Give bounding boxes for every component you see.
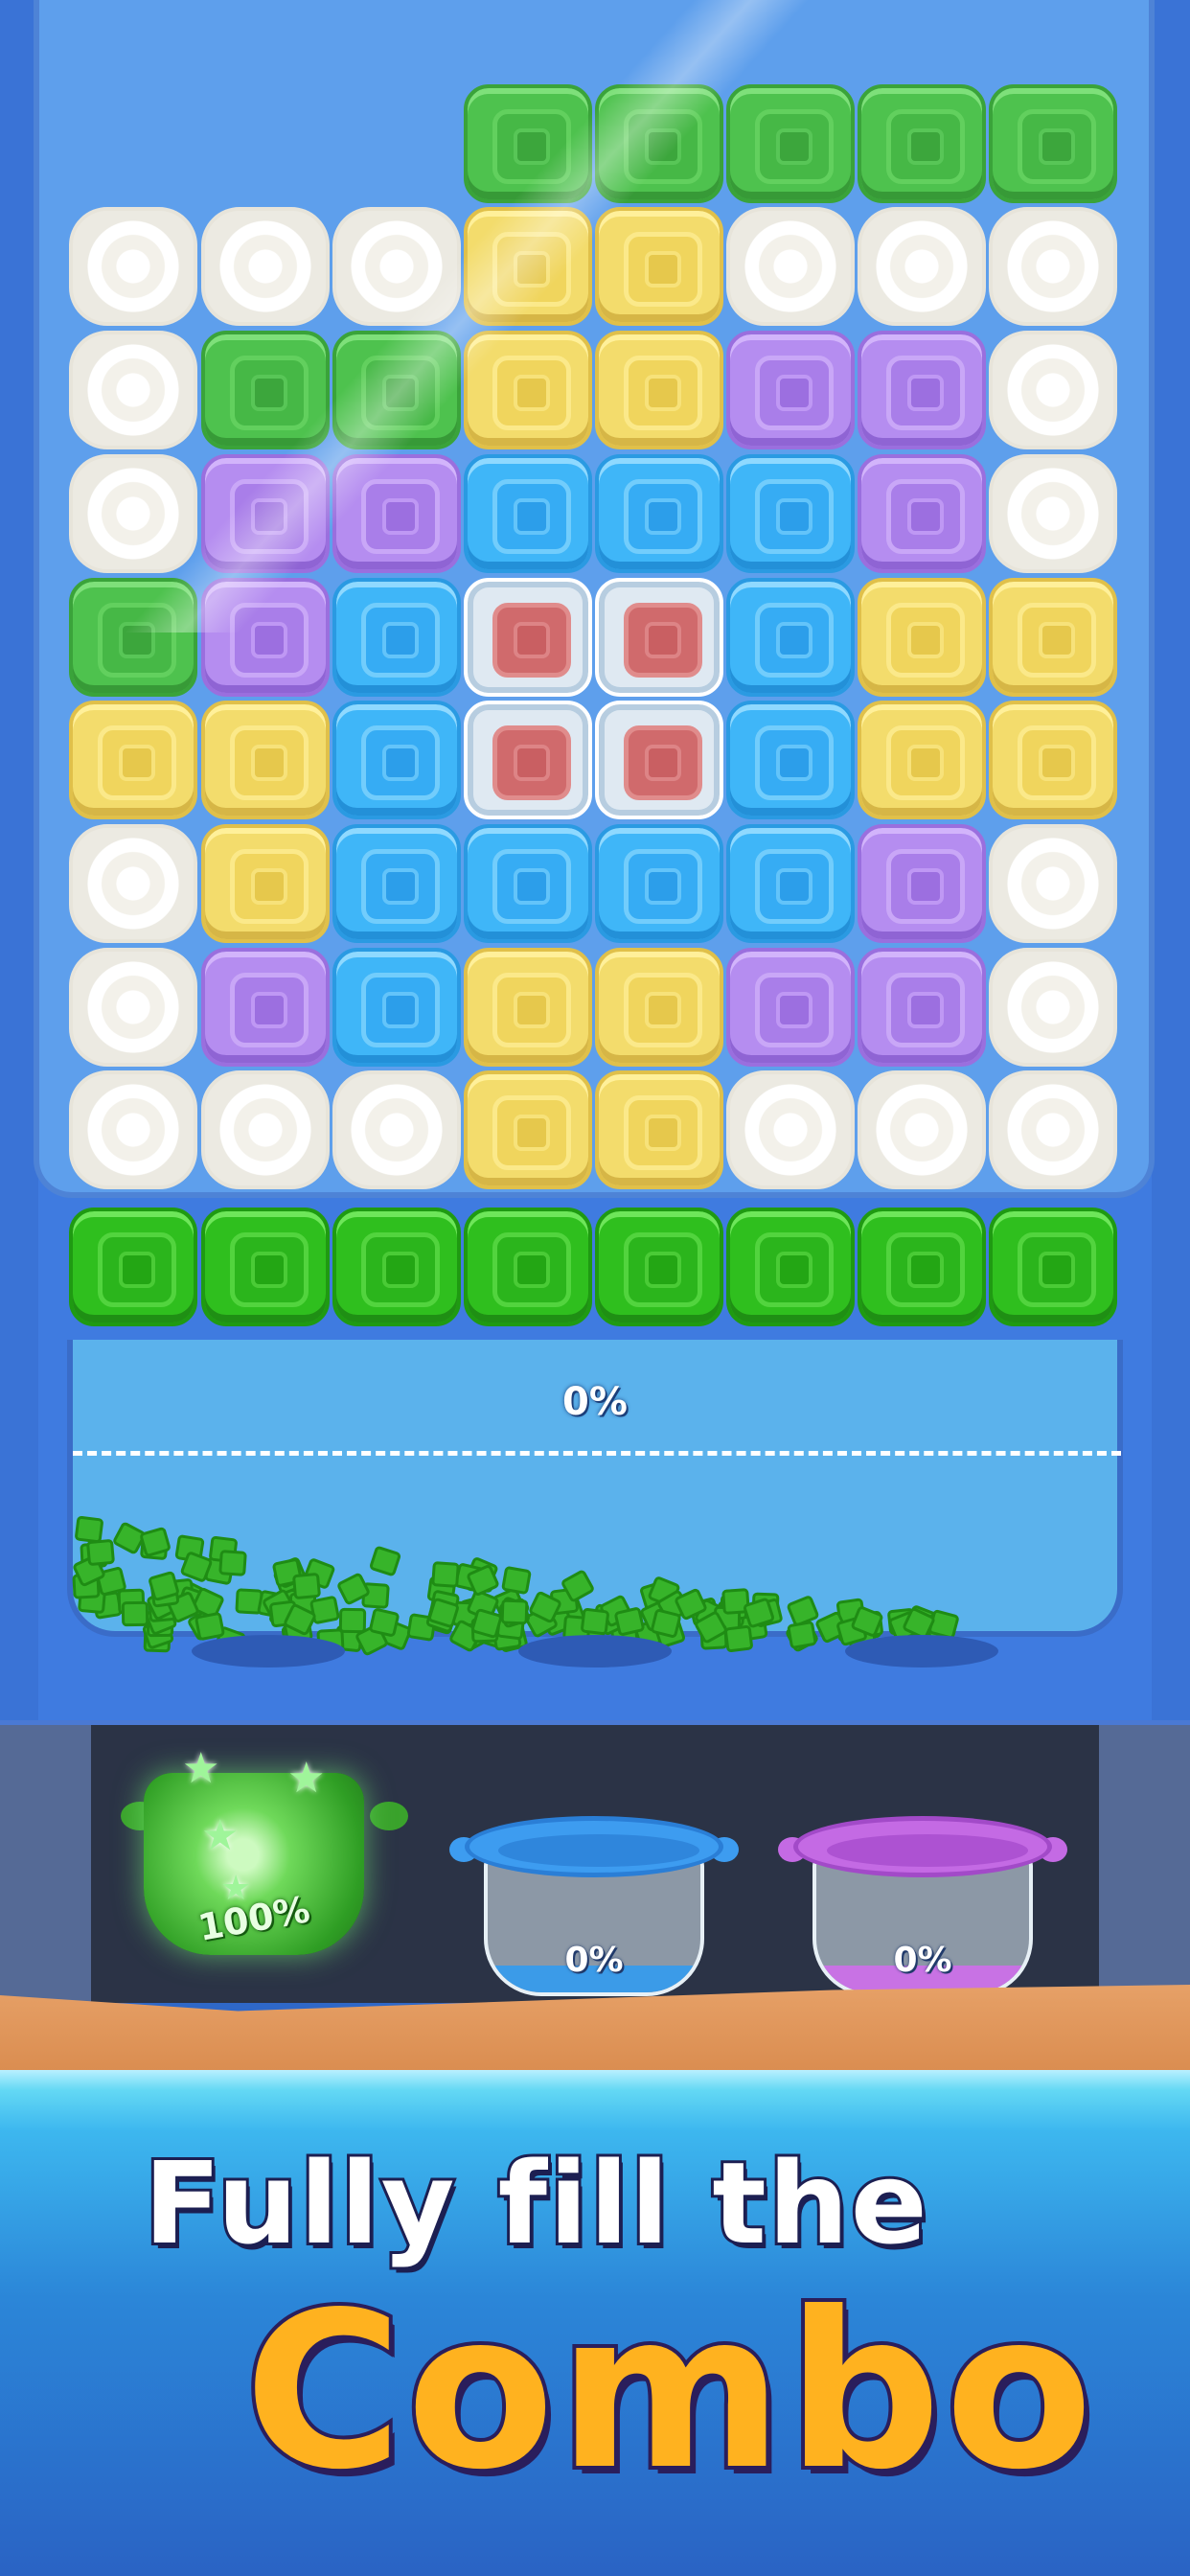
- pot-shelf-left-panel: [0, 1725, 91, 2003]
- green-cube-piece: [121, 1600, 149, 1626]
- promo-line-1: Fully fill the: [141, 2134, 930, 2272]
- conveyor-block-green[interactable]: [201, 1208, 330, 1326]
- pot-blue-rim: [465, 1816, 723, 1877]
- pot-purple-percent: 0%: [893, 1941, 952, 1980]
- tray-fill-percent: 0%: [562, 1380, 628, 1424]
- green-cube-piece: [291, 1572, 322, 1599]
- conveyor-block-green[interactable]: [595, 1208, 723, 1326]
- green-cube-piece: [723, 1624, 754, 1653]
- drop-hole-1: [192, 1635, 345, 1668]
- promo-line-2: Combo: [240, 2263, 1097, 2521]
- pot-purple[interactable]: 0%: [778, 1816, 1067, 2008]
- green-cube-piece: [338, 1608, 367, 1634]
- green-cube-piece: [787, 1621, 818, 1650]
- green-cube-piece: [500, 1565, 532, 1596]
- conveyor-block-green[interactable]: [858, 1208, 986, 1326]
- star-icon: ★: [287, 1754, 326, 1803]
- pot-blue-percent: 0%: [564, 1941, 624, 1980]
- green-cube-piece: [580, 1607, 610, 1636]
- star-icon: ★: [182, 1744, 220, 1793]
- conveyor-block-green[interactable]: [726, 1208, 855, 1326]
- pot-purple-rim: [793, 1816, 1052, 1877]
- conveyor-block-green[interactable]: [464, 1208, 592, 1326]
- conveyor-block-green[interactable]: [332, 1208, 461, 1326]
- drop-hole-2: [518, 1635, 672, 1668]
- drop-hole-3: [845, 1635, 998, 1668]
- game-screen: 0% ★ ★ ★ ★ 100% 0% 0% Fully fill the Com…: [0, 0, 1190, 2576]
- conveyor-block-green[interactable]: [69, 1208, 197, 1326]
- star-icon: ★: [201, 1811, 240, 1860]
- green-cube-piece: [218, 1549, 247, 1576]
- pot-handle-right: [370, 1802, 408, 1830]
- green-cube-piece: [431, 1560, 461, 1588]
- pot-green[interactable]: ★ ★ ★ ★ 100%: [115, 1735, 408, 1984]
- pot-shelf-right-panel: [1099, 1725, 1190, 2003]
- green-cube-piece: [500, 1598, 529, 1625]
- green-cube-piece: [74, 1515, 104, 1544]
- pot-blue[interactable]: 0%: [449, 1816, 739, 2008]
- green-cube-piece: [85, 1538, 116, 1567]
- fill-target-line: [73, 1451, 1121, 1456]
- conveyor-block-green[interactable]: [989, 1208, 1117, 1326]
